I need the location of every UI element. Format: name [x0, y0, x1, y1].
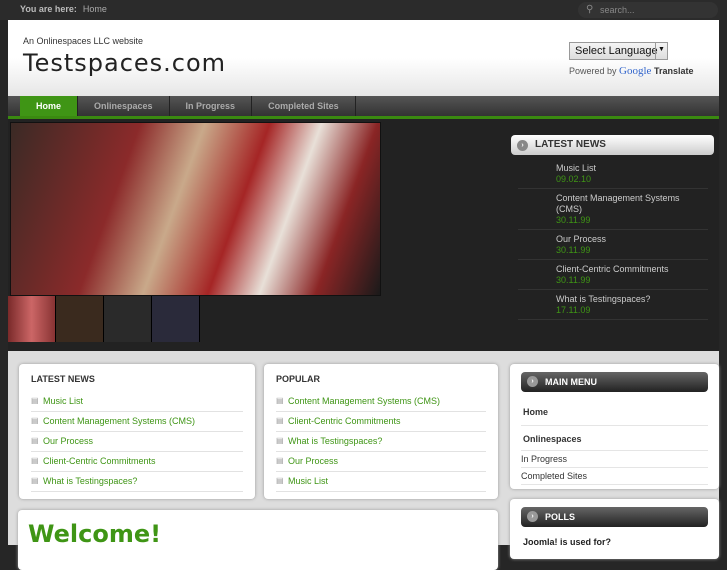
- list-item[interactable]: ▤ Client-Centric Commitments: [31, 452, 243, 472]
- arrow-icon: ›: [517, 140, 528, 151]
- thumbnail[interactable]: [8, 296, 56, 342]
- main-content: LATEST NEWS ▤ Music List ▤ Content Managem…: [8, 351, 719, 570]
- chevron-down-icon: ▼: [655, 43, 667, 59]
- document-icon: ▤: [276, 456, 284, 465]
- main-menu-header: › MAIN MENU: [521, 372, 708, 392]
- latest-news-box: LATEST NEWS ▤ Music List ▤ Content Managem…: [19, 364, 255, 499]
- document-icon: ▤: [31, 456, 39, 465]
- polls-header: › POLLS: [521, 507, 708, 527]
- menu-item-completed-sites[interactable]: Completed Sites: [521, 468, 708, 485]
- thumbnail[interactable]: [152, 296, 200, 342]
- latest-news-header: › LATEST NEWS: [511, 135, 714, 155]
- document-icon: ▤: [276, 436, 284, 445]
- list-item[interactable]: Client-Centric Commitments 30.11.99: [518, 260, 708, 290]
- slide-image[interactable]: [10, 122, 381, 296]
- top-bar: You are here: Home ⚲ search...: [0, 0, 727, 20]
- polls-box: › POLLS Joomla! is used for?: [510, 499, 719, 559]
- list-item[interactable]: Content Management Systems (CMS) 30.11.99: [518, 189, 708, 230]
- list-item[interactable]: ▤ Our Process: [276, 452, 486, 472]
- list-item[interactable]: ▤ Client-Centric Commitments: [276, 412, 486, 432]
- welcome-box: Welcome!: [18, 510, 498, 570]
- list-item[interactable]: ▤ What is Testingspaces?: [276, 432, 486, 452]
- site-logo[interactable]: Testspaces.com: [23, 49, 226, 77]
- list-item[interactable]: ▤ Music List: [31, 392, 243, 412]
- search-input[interactable]: ⚲ search...: [578, 2, 718, 18]
- list-item[interactable]: ▤ Content Management Systems (CMS): [276, 392, 486, 412]
- nav-completed-sites[interactable]: Completed Sites: [252, 96, 356, 116]
- popular-box: POPULAR ▤ Content Management Systems (CMS…: [264, 364, 498, 499]
- list-item[interactable]: Music List 09.02.10: [518, 159, 708, 189]
- menu-item-in-progress[interactable]: In Progress: [521, 451, 708, 468]
- latest-news-list: Music List 09.02.10 Content Management Sy…: [518, 159, 708, 320]
- list-item[interactable]: What is Testingspaces? 17.11.09: [518, 290, 708, 320]
- arrow-icon: ›: [527, 511, 538, 522]
- thumbnail[interactable]: [104, 296, 152, 342]
- slide-thumbnails: [8, 296, 200, 342]
- header: An Onlinespaces LLC website Testspaces.c…: [8, 20, 719, 96]
- document-icon: ▤: [276, 396, 284, 405]
- document-icon: ▤: [31, 416, 39, 425]
- nav-in-progress[interactable]: In Progress: [170, 96, 253, 116]
- nav-home[interactable]: Home: [20, 96, 79, 116]
- breadcrumb: You are here: Home: [20, 4, 107, 14]
- main-nav: Home Onlinespaces In Progress Completed …: [8, 96, 719, 119]
- nav-onlinespaces[interactable]: Onlinespaces: [78, 96, 170, 116]
- language-select[interactable]: Select Language ▼: [569, 42, 668, 60]
- powered-by: Powered by Google Translate: [569, 65, 694, 77]
- list-item[interactable]: ▤ Our Process: [31, 432, 243, 452]
- document-icon: ▤: [31, 476, 39, 485]
- menu-item-onlinespaces[interactable]: Onlinespaces: [521, 426, 708, 451]
- breadcrumb-home[interactable]: Home: [83, 4, 107, 14]
- main-menu-box: › MAIN MENU Home Onlinespaces In Progress…: [510, 364, 719, 489]
- search-icon: ⚲: [586, 4, 594, 15]
- tagline: An Onlinespaces LLC website: [23, 36, 144, 46]
- document-icon: ▤: [31, 436, 39, 445]
- arrow-icon: ›: [527, 376, 538, 387]
- slideshow: › LATEST NEWS Music List 09.02.10 Content …: [8, 119, 719, 351]
- document-icon: ▤: [31, 396, 39, 405]
- welcome-heading: Welcome!: [28, 520, 162, 548]
- list-item[interactable]: ▤ Music List: [276, 472, 486, 492]
- list-item[interactable]: ▤ What is Testingspaces?: [31, 472, 243, 492]
- list-item[interactable]: ▤ Content Management Systems (CMS): [31, 412, 243, 432]
- thumbnail[interactable]: [56, 296, 104, 342]
- menu-item-home[interactable]: Home: [521, 400, 708, 426]
- document-icon: ▤: [276, 476, 284, 485]
- document-icon: ▤: [276, 416, 284, 425]
- list-item[interactable]: Our Process 30.11.99: [518, 230, 708, 260]
- poll-question: Joomla! is used for?: [523, 537, 612, 547]
